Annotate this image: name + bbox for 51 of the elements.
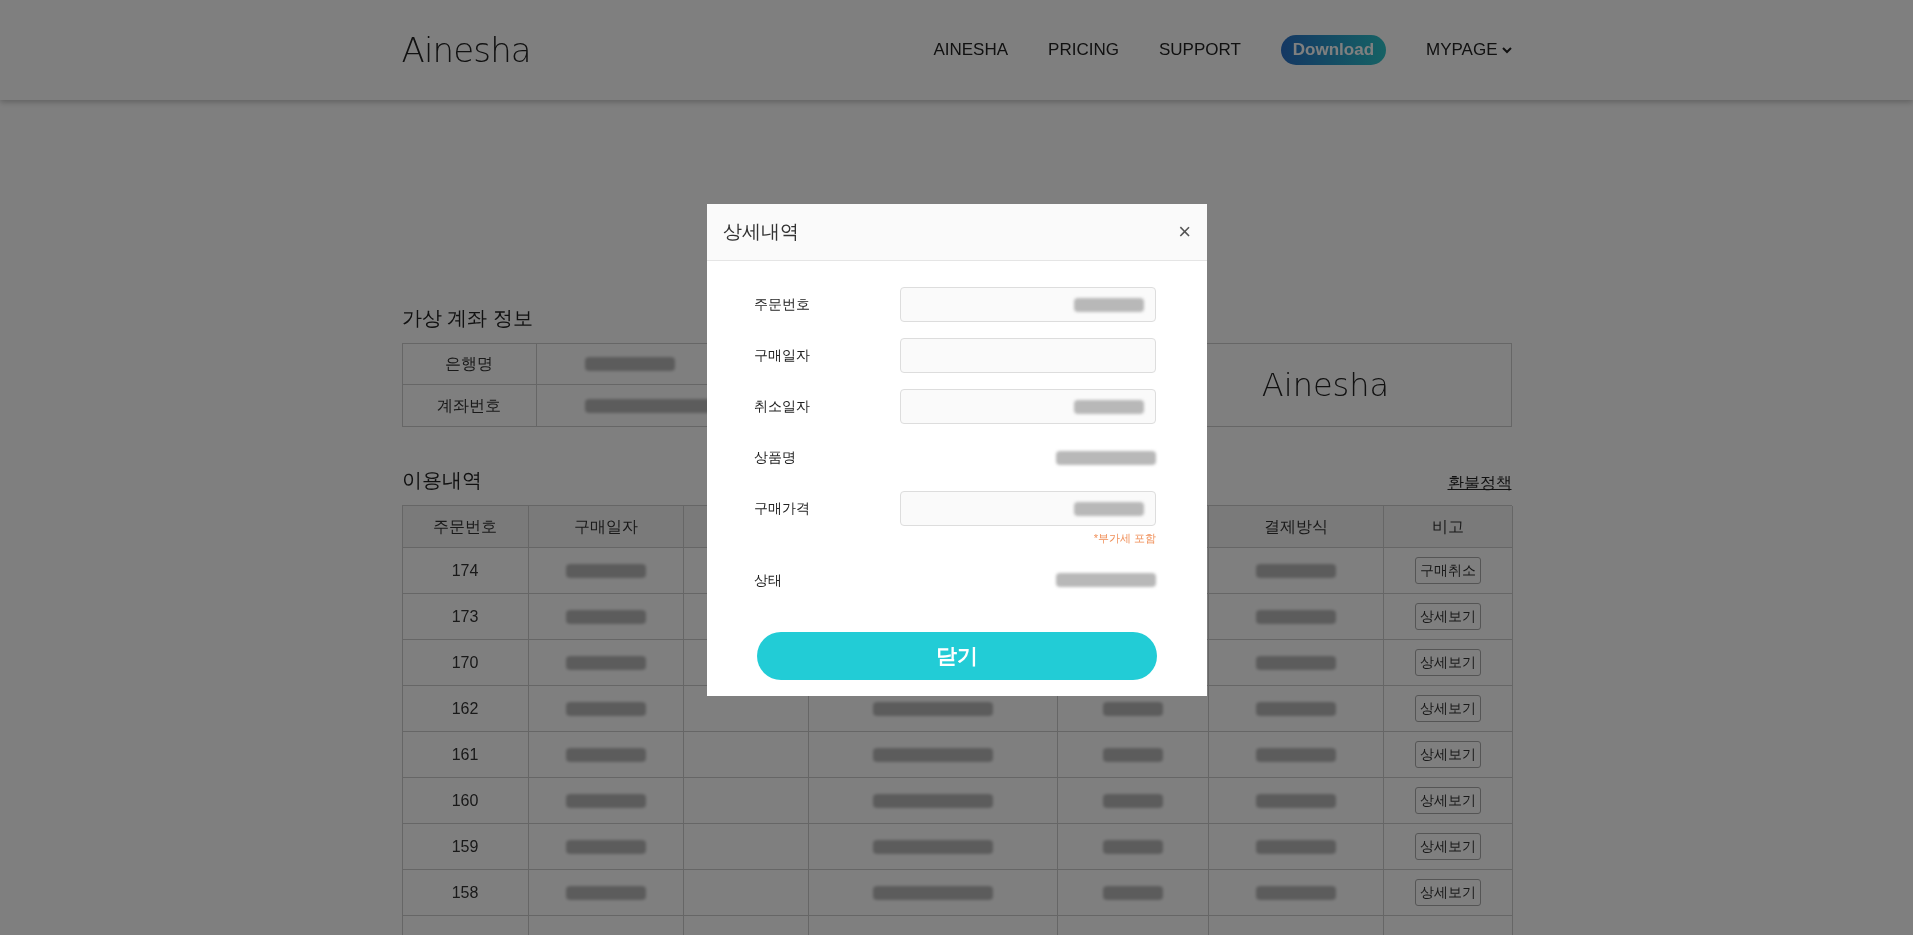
logo: Ainesha xyxy=(1261,365,1390,406)
table-cell: 158 xyxy=(402,870,529,916)
row-action-button[interactable]: 구매취소 xyxy=(1414,557,1481,584)
row-action-button[interactable]: 상세보기 xyxy=(1414,603,1481,630)
redacted-text xyxy=(1102,839,1163,854)
table-cell: 은행명 xyxy=(402,344,537,385)
column-header: 구매일자 xyxy=(528,506,684,548)
row-action-button[interactable]: 상세보기 xyxy=(1414,787,1481,814)
field-label: 구매일자 xyxy=(754,346,811,365)
row-action-button[interactable]: 상세보기 xyxy=(1414,741,1481,768)
section-title: 가상 계좌 정보 xyxy=(401,306,533,331)
row-action-button[interactable]: 상세보기 xyxy=(1414,879,1481,906)
table-cell: 174 xyxy=(402,548,529,594)
redacted-text xyxy=(1102,885,1163,900)
close-button[interactable]: × xyxy=(1178,221,1191,243)
column-header: 비고 xyxy=(1383,506,1513,548)
modal-title: 상세내역 xyxy=(723,219,799,244)
redacted-text xyxy=(1102,701,1163,716)
table-cell: 159 xyxy=(402,824,529,870)
field-label: 상태 xyxy=(754,570,783,590)
input-field[interactable] xyxy=(900,491,1156,526)
column-header: 주문번호 xyxy=(402,506,529,548)
row-action-button[interactable]: 상세보기 xyxy=(1414,649,1481,676)
field-label: 주문번호 xyxy=(754,295,811,314)
nav-link[interactable]: AINESHA xyxy=(933,37,1009,63)
redacted-text xyxy=(1102,793,1163,808)
row-action-button[interactable]: 상세보기 xyxy=(1414,695,1481,722)
field-label: 취소일자 xyxy=(754,397,811,416)
column-header: 결제방식 xyxy=(1208,506,1384,548)
input-field[interactable] xyxy=(900,338,1156,373)
refund-policy-link[interactable]: 환불정책 xyxy=(1447,471,1512,495)
table-cell: 161 xyxy=(402,732,529,778)
field-label: 구매가격 xyxy=(754,499,811,518)
caret-icon xyxy=(1501,46,1512,54)
nav-dropdown[interactable]: MYPAGE xyxy=(1426,37,1512,63)
download-button[interactable]: Download xyxy=(1280,35,1386,65)
row-action-button[interactable]: 상세보기 xyxy=(1414,833,1481,860)
table-cell: 162 xyxy=(402,686,529,732)
note-text: *부가세 포함 xyxy=(1093,531,1156,546)
nav-link[interactable]: SUPPORT xyxy=(1158,37,1241,63)
nav-link[interactable]: PRICING xyxy=(1048,37,1119,63)
table-cell: 173 xyxy=(402,594,529,640)
logo[interactable]: Ainesha xyxy=(401,24,531,76)
field-label: 상품명 xyxy=(754,448,797,467)
table-cell: 170 xyxy=(402,640,529,686)
input-field[interactable] xyxy=(900,389,1156,424)
section-title: 이용내역 xyxy=(401,468,482,493)
table-cell: 계좌번호 xyxy=(402,385,537,426)
redacted-text xyxy=(1102,747,1163,762)
table-cell: 160 xyxy=(402,778,529,824)
input-field[interactable] xyxy=(900,287,1156,322)
